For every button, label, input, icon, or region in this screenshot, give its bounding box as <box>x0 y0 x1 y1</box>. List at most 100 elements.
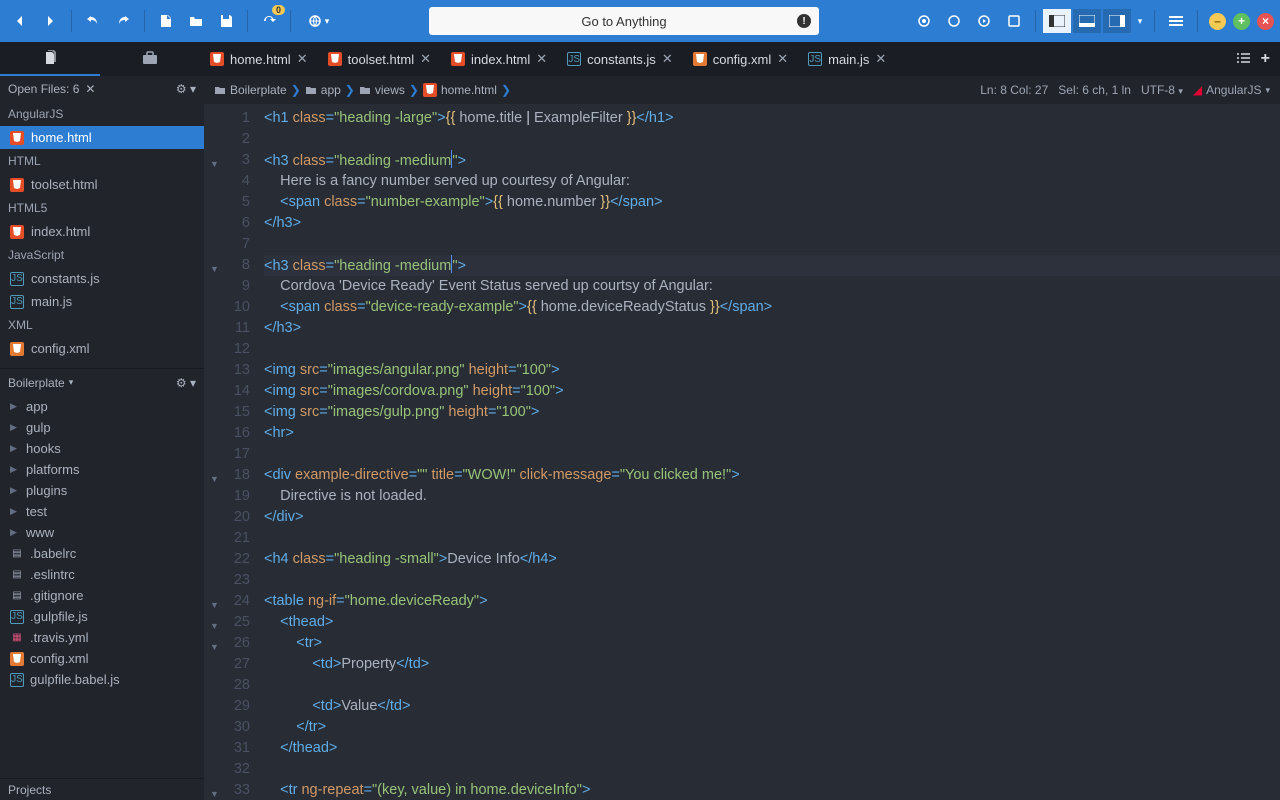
breadcrumb-item[interactable]: Boilerplate <box>214 83 287 97</box>
code-line[interactable]: </h3> <box>264 318 1280 339</box>
line-number[interactable]: 20 <box>204 507 250 528</box>
code-line[interactable]: <img src="images/cordova.png" height="10… <box>264 381 1280 402</box>
editor-tab-toolset.html[interactable]: toolset.html ✕ <box>318 42 441 76</box>
nav-forward-button[interactable] <box>36 7 64 35</box>
line-number[interactable]: 6 <box>204 213 250 234</box>
editor-tab-constants.js[interactable]: JSconstants.js ✕ <box>557 42 683 76</box>
line-number[interactable]: 12 <box>204 339 250 360</box>
code-line[interactable]: Directive is not loaded. <box>264 486 1280 507</box>
line-number[interactable]: 13 <box>204 360 250 381</box>
pane-dropdown-button[interactable]: ▾ <box>1133 7 1147 35</box>
code-line[interactable] <box>264 129 1280 150</box>
project-settings-button[interactable]: ⚙ ▾ <box>176 376 196 390</box>
code-line[interactable]: <h4 class="heading -small">Device Info</… <box>264 549 1280 570</box>
tab-close-icon[interactable]: ✕ <box>875 51 886 67</box>
fold-icon[interactable]: ▼ <box>210 784 219 800</box>
save-button[interactable] <box>212 7 240 35</box>
folder-www[interactable]: ▶ www <box>0 522 204 543</box>
editor-tab-main.js[interactable]: JSmain.js ✕ <box>798 42 896 76</box>
encoding-selector[interactable]: UTF-8 ▾ <box>1141 83 1183 97</box>
undo-button[interactable] <box>79 7 107 35</box>
line-number[interactable]: 15 <box>204 402 250 423</box>
line-number[interactable]: ▼24 <box>204 591 250 612</box>
code-line[interactable]: <tr ng-repeat="(key, value) in home.devi… <box>264 780 1280 800</box>
line-number[interactable]: ▼26 <box>204 633 250 654</box>
line-number[interactable]: 28 <box>204 675 250 696</box>
window-minimize-button[interactable]: – <box>1209 13 1226 30</box>
open-file-button[interactable] <box>182 7 210 35</box>
folder-plugins[interactable]: ▶ plugins <box>0 480 204 501</box>
folder-test[interactable]: ▶ test <box>0 501 204 522</box>
code-line[interactable] <box>264 570 1280 591</box>
new-file-button[interactable] <box>152 7 180 35</box>
code-line[interactable]: <tr> <box>264 633 1280 654</box>
tab-close-icon[interactable]: ✕ <box>777 51 788 67</box>
folder-app[interactable]: ▶ app <box>0 396 204 417</box>
sync-button[interactable]: 0 <box>255 7 283 35</box>
line-number[interactable]: 22 <box>204 549 250 570</box>
open-file-index.html[interactable]: index.html <box>0 220 204 243</box>
macro-stop-button[interactable] <box>940 7 968 35</box>
open-file-main.js[interactable]: JSmain.js <box>0 290 204 313</box>
projects-footer-label[interactable]: Projects <box>8 783 51 797</box>
sidebar-mode-files-tab[interactable] <box>0 42 100 76</box>
folder-hooks[interactable]: ▶ hooks <box>0 438 204 459</box>
tab-close-icon[interactable]: ✕ <box>420 51 431 67</box>
breadcrumb-item[interactable]: views <box>359 83 405 97</box>
file-config.xml[interactable]: config.xml <box>0 648 204 669</box>
line-number[interactable]: 19 <box>204 486 250 507</box>
nav-back-button[interactable] <box>6 7 34 35</box>
editor-tab-index.html[interactable]: index.html ✕ <box>441 42 557 76</box>
editor-tab-home.html[interactable]: home.html ✕ <box>200 42 318 76</box>
code-line[interactable]: </thead> <box>264 738 1280 759</box>
tab-close-icon[interactable]: ✕ <box>536 51 547 67</box>
line-number[interactable]: 32 <box>204 759 250 780</box>
code-line[interactable]: <h1 class="heading -large">{{ home.title… <box>264 108 1280 129</box>
line-number[interactable]: ▼33 <box>204 780 250 800</box>
code-line[interactable]: <table ng-if="home.deviceReady"> <box>264 591 1280 612</box>
code-line[interactable]: <h3 class="heading -medium"> <box>264 255 1280 276</box>
code-line[interactable]: <h3 class="heading -medium"> <box>264 150 1280 171</box>
line-number[interactable]: 31 <box>204 738 250 759</box>
code-line[interactable]: <span class="device-ready-example">{{ ho… <box>264 297 1280 318</box>
open-files-settings-button[interactable]: ⚙ ▾ <box>176 82 196 96</box>
code-line[interactable]: <img src="images/angular.png" height="10… <box>264 360 1280 381</box>
line-number[interactable]: 2 <box>204 129 250 150</box>
window-maximize-button[interactable]: + <box>1233 13 1250 30</box>
tabs-list-button[interactable] <box>1237 52 1251 67</box>
code-line[interactable]: </tr> <box>264 717 1280 738</box>
pane-right-button[interactable] <box>1103 9 1131 33</box>
new-tab-button[interactable]: + <box>1261 50 1270 68</box>
tab-close-icon[interactable]: ✕ <box>662 51 673 67</box>
code-line[interactable]: <span class="number-example">{{ home.num… <box>264 192 1280 213</box>
breadcrumb-item[interactable]: app <box>305 83 341 97</box>
code-line[interactable] <box>264 339 1280 360</box>
code-line[interactable] <box>264 759 1280 780</box>
open-file-toolset.html[interactable]: toolset.html <box>0 173 204 196</box>
code-line[interactable]: <td>Value</td> <box>264 696 1280 717</box>
redo-button[interactable] <box>109 7 137 35</box>
code-line[interactable]: <div example-directive="" title="WOW!" c… <box>264 465 1280 486</box>
file-.gulpfile.js[interactable]: JS.gulpfile.js <box>0 606 204 627</box>
line-number[interactable]: 11 <box>204 318 250 339</box>
line-number[interactable]: 1 <box>204 108 250 129</box>
line-number[interactable]: 10 <box>204 297 250 318</box>
browser-preview-button[interactable]: ▾ <box>298 7 338 35</box>
file-.travis.yml[interactable]: ▦.travis.yml <box>0 627 204 648</box>
tab-close-icon[interactable]: ✕ <box>297 51 308 67</box>
sidebar-mode-toolbox-tab[interactable] <box>100 42 200 76</box>
open-file-config.xml[interactable]: config.xml <box>0 337 204 360</box>
file-.gitignore[interactable]: ▤.gitignore <box>0 585 204 606</box>
line-number[interactable]: 30 <box>204 717 250 738</box>
code-line[interactable]: <hr> <box>264 423 1280 444</box>
open-file-home.html[interactable]: home.html <box>0 126 204 149</box>
pane-left-button[interactable] <box>1043 9 1071 33</box>
line-number[interactable]: ▼8 <box>204 255 250 276</box>
folder-gulp[interactable]: ▶ gulp <box>0 417 204 438</box>
code-line[interactable] <box>264 444 1280 465</box>
open-files-close-icon[interactable]: ✕ <box>85 82 95 96</box>
line-number[interactable]: 29 <box>204 696 250 717</box>
code-line[interactable]: <thead> <box>264 612 1280 633</box>
folder-platforms[interactable]: ▶ platforms <box>0 459 204 480</box>
code-line[interactable] <box>264 675 1280 696</box>
